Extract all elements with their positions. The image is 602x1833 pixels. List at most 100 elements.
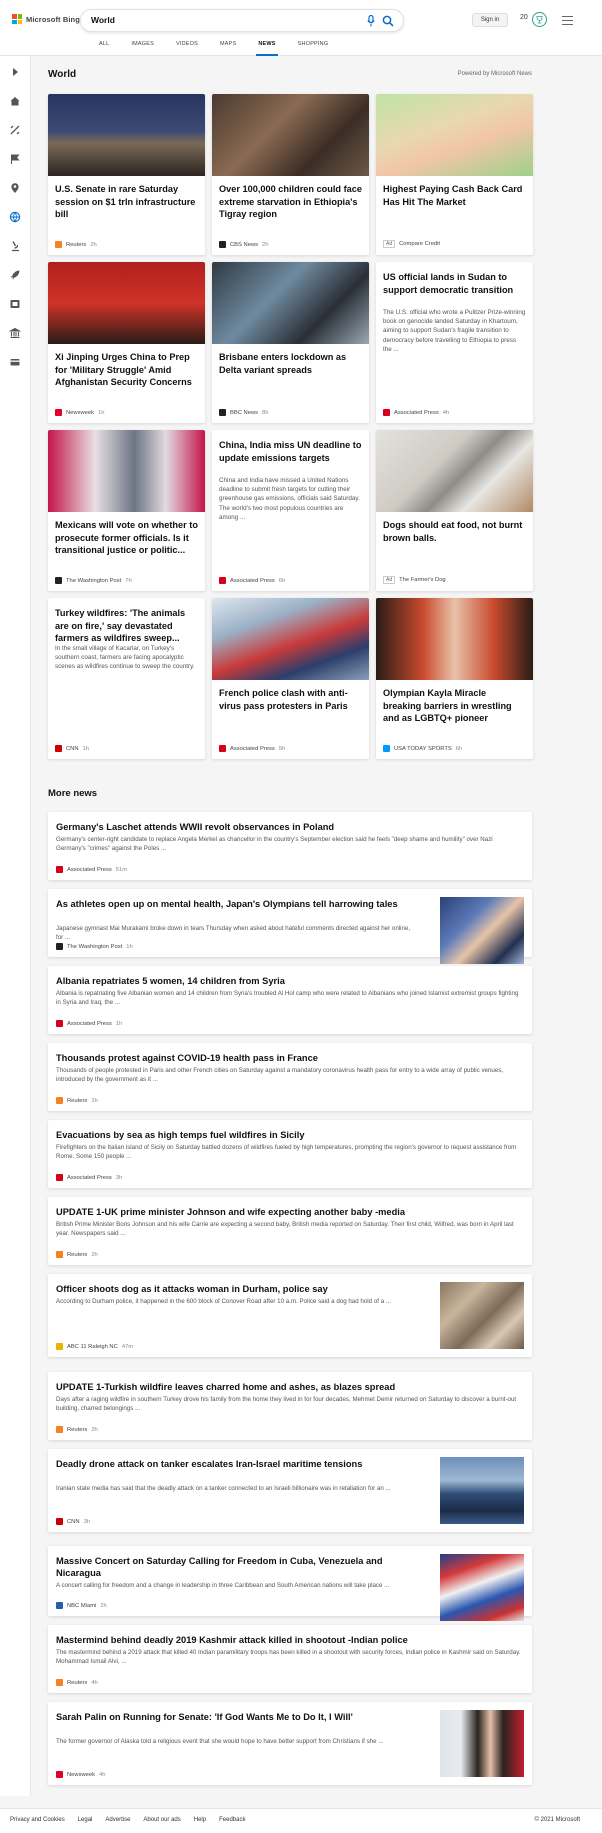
news-card-source[interactable]: The Washington Post 7h	[55, 577, 132, 584]
news-card[interactable]: Xi Jinping Urges China to Prep for 'Mili…	[48, 262, 205, 423]
news-card[interactable]: Turkey wildfires: 'The animals are on fi…	[48, 598, 205, 759]
news-list-title[interactable]: Mastermind behind deadly 2019 Kashmir at…	[56, 1634, 524, 1646]
footer-link-about-ads[interactable]: About our ads	[143, 1817, 180, 1823]
news-card[interactable]: U.S. Senate in rare Saturday session on …	[48, 94, 205, 255]
news-card-source[interactable]: Newsweek 1h	[55, 409, 104, 416]
news-card-title[interactable]: Over 100,000 children could face extreme…	[219, 183, 362, 221]
scale-icon[interactable]	[9, 124, 21, 136]
location-icon[interactable]	[9, 182, 21, 194]
news-list-source[interactable]: Newsweek 4h	[56, 1771, 105, 1778]
news-list-source[interactable]: Associated Press 51m	[56, 866, 127, 873]
news-list-thumbnail[interactable]	[440, 1282, 524, 1349]
news-list-item[interactable]: Officer shoots dog as it attacks woman i…	[48, 1274, 532, 1357]
news-list-title[interactable]: Thousands protest against COVID-19 healt…	[56, 1052, 524, 1064]
news-card-source[interactable]: Associated Press 5h	[219, 745, 285, 752]
news-list-thumbnail[interactable]	[440, 897, 524, 964]
news-list-title[interactable]: Massive Concert on Saturday Calling for …	[56, 1555, 411, 1579]
news-list-source[interactable]: Reuters 2h	[56, 1251, 98, 1258]
tab-maps[interactable]: MAPS	[209, 41, 247, 56]
news-card-thumbnail[interactable]	[376, 598, 533, 680]
news-card-title[interactable]: Turkey wildfires: 'The animals are on fi…	[55, 607, 198, 645]
news-list-title[interactable]: Sarah Palin on Running for Senate: 'If G…	[56, 1711, 411, 1723]
bing-logo[interactable]: Microsoft Bing	[12, 14, 80, 24]
footer-link-legal[interactable]: Legal	[78, 1817, 93, 1823]
news-list-thumbnail[interactable]	[440, 1710, 524, 1777]
news-list-item[interactable]: Mastermind behind deadly 2019 Kashmir at…	[48, 1625, 532, 1693]
news-card-title[interactable]: China, India miss UN deadline to update …	[219, 439, 362, 464]
news-card[interactable]: Brisbane enters lockdown as Delta varian…	[212, 262, 369, 423]
news-card[interactable]: French police clash with anti-virus pass…	[212, 598, 369, 759]
news-list-source[interactable]: Reuters 1h	[56, 1097, 98, 1104]
news-list-item[interactable]: Germany's Laschet attends WWII revolt ob…	[48, 812, 532, 880]
news-card-thumbnail[interactable]	[212, 94, 369, 176]
news-card-thumbnail[interactable]	[376, 94, 533, 176]
news-card-thumbnail[interactable]	[212, 262, 369, 344]
news-list-title[interactable]: As athletes open up on mental health, Ja…	[56, 898, 411, 910]
rewards-trophy-icon[interactable]	[532, 12, 547, 27]
news-card[interactable]: US official lands in Sudan to support de…	[376, 262, 533, 423]
news-card-source[interactable]: Reuters 2h	[55, 241, 97, 248]
news-list-title[interactable]: Deadly drone attack on tanker escalates …	[56, 1458, 411, 1470]
news-card-thumbnail[interactable]	[48, 94, 205, 176]
news-list-item[interactable]: As athletes open up on mental health, Ja…	[48, 889, 532, 964]
news-list-title[interactable]: UPDATE 1-UK prime minister Johnson and w…	[56, 1206, 524, 1218]
tab-all[interactable]: ALL	[88, 41, 120, 56]
news-list-title[interactable]: Albania repatriates 5 women, 14 children…	[56, 975, 524, 987]
news-card-source[interactable]: Ad The Farmer's Dog	[383, 576, 446, 584]
tab-images[interactable]: IMAGES	[120, 41, 165, 56]
news-list-source[interactable]: NBC Miami 2h	[56, 1602, 107, 1609]
footer-link-advertise[interactable]: Advertise	[105, 1817, 130, 1823]
news-card-source[interactable]: BBC News 8h	[219, 409, 268, 416]
news-card-thumbnail[interactable]	[48, 430, 205, 512]
news-list-item[interactable]: Evacuations by sea as high temps fuel wi…	[48, 1120, 532, 1188]
news-card-source[interactable]: USA TODAY SPORTS 6h	[383, 745, 462, 752]
search-icon[interactable]	[382, 15, 394, 27]
news-list-source[interactable]: CNN 3h	[56, 1518, 90, 1525]
news-list-thumbnail[interactable]	[440, 1457, 524, 1524]
rocket-icon[interactable]	[9, 269, 21, 281]
film-icon[interactable]	[9, 298, 21, 310]
news-card-source[interactable]: CBS News 2h	[219, 241, 268, 248]
news-card-title[interactable]: U.S. Senate in rare Saturday session on …	[55, 183, 198, 221]
collapse-icon[interactable]	[9, 66, 21, 78]
news-card[interactable]: Over 100,000 children could face extreme…	[212, 94, 369, 255]
news-card[interactable]: Mexicans will vote on whether to prosecu…	[48, 430, 205, 591]
news-list-source[interactable]: Associated Press 3h	[56, 1174, 122, 1181]
news-list-item[interactable]: Thousands protest against COVID-19 healt…	[48, 1043, 532, 1111]
news-card[interactable]: Olympian Kayla Miracle breaking barriers…	[376, 598, 533, 759]
tab-news[interactable]: NEWS	[247, 41, 286, 56]
home-icon[interactable]	[9, 95, 21, 107]
news-list-title[interactable]: Officer shoots dog as it attacks woman i…	[56, 1283, 411, 1295]
rewards-points[interactable]: 20	[520, 14, 528, 21]
card-icon[interactable]	[9, 356, 21, 368]
news-card-title[interactable]: Dogs should eat food, not burnt brown ba…	[383, 519, 526, 544]
footer-link-help[interactable]: Help	[194, 1817, 206, 1823]
news-list-title[interactable]: UPDATE 1-Turkish wildfire leaves charred…	[56, 1381, 524, 1393]
news-card-title[interactable]: Xi Jinping Urges China to Prep for 'Mili…	[55, 351, 198, 389]
footer-link-feedback[interactable]: Feedback	[219, 1817, 245, 1823]
news-list-thumbnail[interactable]	[440, 1554, 524, 1621]
news-card-source[interactable]: Associated Press 4h	[383, 409, 449, 416]
news-list-source[interactable]: ABC 11 Raleigh NC 47m	[56, 1343, 133, 1350]
news-card-source[interactable]: CNN 1h	[55, 745, 89, 752]
menu-icon[interactable]	[562, 16, 573, 28]
news-list-source[interactable]: The Washington Post 1h	[56, 943, 133, 950]
news-list-source[interactable]: Reuters 2h	[56, 1426, 98, 1433]
news-card-thumbnail[interactable]	[48, 262, 205, 344]
news-card[interactable]: Dogs should eat food, not burnt brown ba…	[376, 430, 533, 591]
news-card-source[interactable]: Associated Press 6h	[219, 577, 285, 584]
news-card-title[interactable]: Highest Paying Cash Back Card Has Hit Th…	[383, 183, 526, 208]
news-card-title[interactable]: Olympian Kayla Miracle breaking barriers…	[383, 687, 526, 725]
news-card-source[interactable]: Ad Compare Credit	[383, 240, 440, 248]
news-card-title[interactable]: Brisbane enters lockdown as Delta varian…	[219, 351, 362, 376]
news-card-thumbnail[interactable]	[376, 430, 533, 512]
tab-shopping[interactable]: SHOPPING	[287, 41, 340, 56]
news-list-item[interactable]: Sarah Palin on Running for Senate: 'If G…	[48, 1702, 532, 1785]
microscope-icon[interactable]	[9, 240, 21, 252]
news-card[interactable]: China, India miss UN deadline to update …	[212, 430, 369, 591]
microphone-icon[interactable]	[367, 15, 375, 27]
search-box[interactable]: World	[80, 9, 404, 32]
news-list-source[interactable]: Reuters 4h	[56, 1679, 98, 1686]
sign-in-button[interactable]: Sign in	[472, 13, 508, 27]
footer-link-privacy[interactable]: Privacy and Cookies	[10, 1817, 65, 1823]
